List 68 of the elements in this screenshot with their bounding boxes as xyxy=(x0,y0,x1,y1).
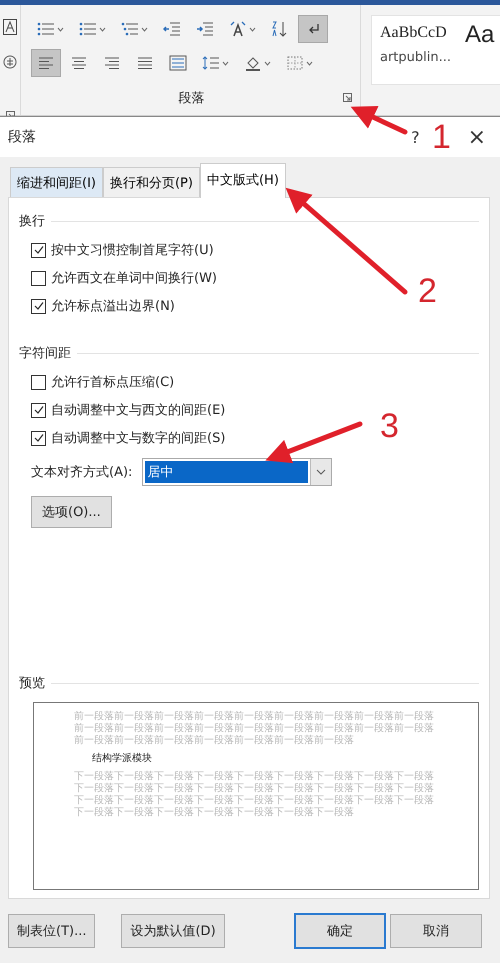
numbered-list-icon xyxy=(79,21,97,37)
decrease-indent-icon xyxy=(163,21,181,37)
group-label: 段落 xyxy=(178,90,204,107)
checkbox-label: 按中文习惯控制首尾字符(U) xyxy=(51,242,214,259)
checkbox-option[interactable]: 自动调整中文与数字的间距(S) xyxy=(19,424,226,452)
checkbox-option[interactable]: 按中文习惯控制首尾字符(U) xyxy=(19,236,214,264)
style-name[interactable]: artpublin... xyxy=(380,50,452,65)
checkbox-label: 自动调整中文与数字的间距(S) xyxy=(51,430,226,447)
align-right-icon xyxy=(103,55,121,71)
justify-icon xyxy=(136,55,154,71)
checkbox[interactable] xyxy=(31,270,46,286)
close-button[interactable]: × xyxy=(454,124,500,150)
bullet-list-icon xyxy=(37,21,55,37)
dialog-button[interactable]: 取消 xyxy=(390,914,482,948)
alignment-dropdown[interactable]: 居中 xyxy=(142,458,332,486)
checkbox[interactable] xyxy=(31,298,46,314)
annotation-number: 2 xyxy=(418,272,437,310)
window-title: 段落 xyxy=(8,128,37,146)
align-left-icon xyxy=(37,55,55,71)
dialog-button[interactable]: 设为默认值(D) xyxy=(121,914,225,948)
checkbox-option[interactable]: 允许西文在单词中间换行(W) xyxy=(19,264,217,292)
checkbox-label: 允许标点溢出边界(N) xyxy=(51,298,175,315)
field-label: 文本对齐方式(A): xyxy=(31,464,132,481)
options-button[interactable]: 选项(O)... xyxy=(31,496,112,528)
align-center-icon xyxy=(70,55,88,71)
preview-text: 前一段落前一段落前一段落前一段落前一段落前一段落前一段落前一段落前一段落前一段落前一段落前一段落前一段落前一段落前一段落前一段落前一段落前一段落前一段落前一段落前一段落前一段落前一段落前一段落前一段落 xyxy=(74,711,434,747)
distribute-icon xyxy=(169,55,187,71)
check-icon xyxy=(32,404,44,416)
align-left-button[interactable] xyxy=(31,49,61,77)
help-button[interactable]: ? xyxy=(397,128,434,146)
dialog-launcher-icon[interactable] xyxy=(343,93,352,102)
dialog-button[interactable]: 确定 xyxy=(294,913,386,949)
checkbox-label: 自动调整中文与西文的间距(E) xyxy=(51,402,226,419)
annotation-arrow xyxy=(350,106,408,134)
checkbox[interactable] xyxy=(31,402,46,418)
annotation-number: 3 xyxy=(380,407,399,445)
line-spacing-icon xyxy=(202,55,220,71)
check-icon xyxy=(32,432,44,444)
section-title: 换行 xyxy=(19,213,45,230)
checkbox[interactable] xyxy=(31,242,46,258)
style-sample[interactable]: AaBbCcD xyxy=(380,24,452,42)
shading-icon xyxy=(244,55,262,71)
tab[interactable]: 换行和分页(P) xyxy=(102,167,200,197)
preview-sample: 结构学派模块 xyxy=(92,752,153,765)
dialog-button[interactable]: 制表位(T)... xyxy=(8,914,96,948)
multilevel-list-icon xyxy=(121,21,139,37)
caret-icon xyxy=(316,469,326,475)
checkbox[interactable] xyxy=(31,374,46,390)
tab[interactable]: 缩进和间距(I) xyxy=(10,167,103,197)
tab[interactable]: 中文版式(H) xyxy=(200,163,286,198)
style-sample[interactable]: Aa xyxy=(465,24,494,46)
section-title: 预览 xyxy=(19,675,45,692)
checkbox-option[interactable]: 允许标点溢出边界(N) xyxy=(19,292,175,320)
borders-icon xyxy=(286,55,304,71)
check-icon xyxy=(32,244,44,256)
checkbox-option[interactable]: 允许行首标点压缩(C) xyxy=(19,368,174,396)
checkbox-label: 允许行首标点压缩(C) xyxy=(51,374,174,391)
preview-text: 下一段落下一段落下一段落下一段落下一段落下一段落下一段落下一段落下一段落下一段落下一段落下一段落下一段落下一段落下一段落下一段落下一段落下一段落下一段落下一段落下一段落下一段落下一段落下一段落下一段落下一段落下一段落下一段落下一段落下一段落下一段落下一段落下一段落下一段落 xyxy=(74,771,434,819)
section-title: 字符间距 xyxy=(19,345,71,362)
text-layout-icon xyxy=(229,21,247,37)
checkbox[interactable] xyxy=(31,430,46,446)
checkbox-label: 允许西文在单词中间换行(W) xyxy=(51,270,217,287)
paragraph-mark-button[interactable] xyxy=(298,15,328,43)
annotation-number: 1 xyxy=(432,118,451,156)
sort-icon xyxy=(271,21,289,37)
checkbox-option[interactable]: 自动调整中文与西文的间距(E) xyxy=(19,396,226,424)
check-icon xyxy=(32,300,44,312)
increase-indent-icon xyxy=(196,21,214,37)
